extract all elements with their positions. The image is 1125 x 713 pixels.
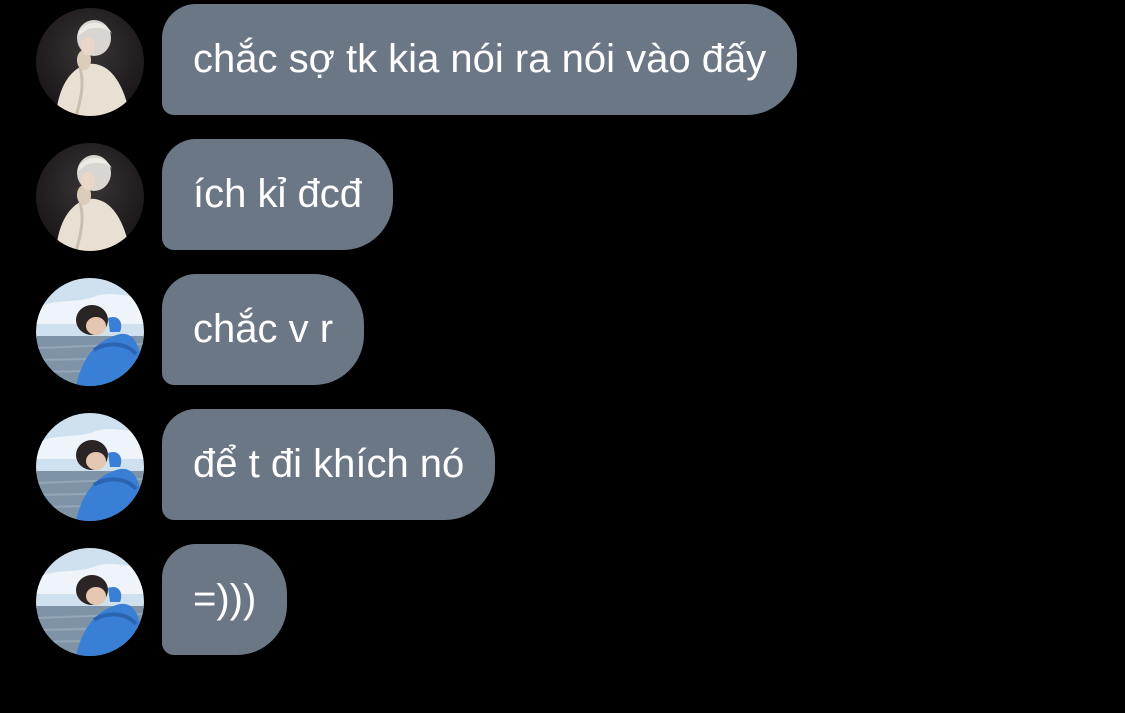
message-bubble: chắc sợ tk kia nói ra nói vào đấy xyxy=(162,4,798,115)
avatar-blue-shirt-icon[interactable] xyxy=(36,548,144,656)
avatar-white-hair-icon[interactable] xyxy=(36,143,144,251)
message-bubble: chắc v r xyxy=(162,274,365,385)
chat-screen: { "messages": [ { "avatar": "avatar-whit… xyxy=(0,0,1125,713)
message-bubble: để t đi khích nó xyxy=(162,409,496,520)
avatar-blue-shirt-icon[interactable] xyxy=(36,413,144,521)
avatar-white-hair-icon[interactable] xyxy=(36,8,144,116)
message-bubble: =))) xyxy=(162,544,288,655)
avatar-blue-shirt-icon[interactable] xyxy=(36,278,144,386)
message-bubble: ích kỉ đcđ xyxy=(162,139,393,250)
